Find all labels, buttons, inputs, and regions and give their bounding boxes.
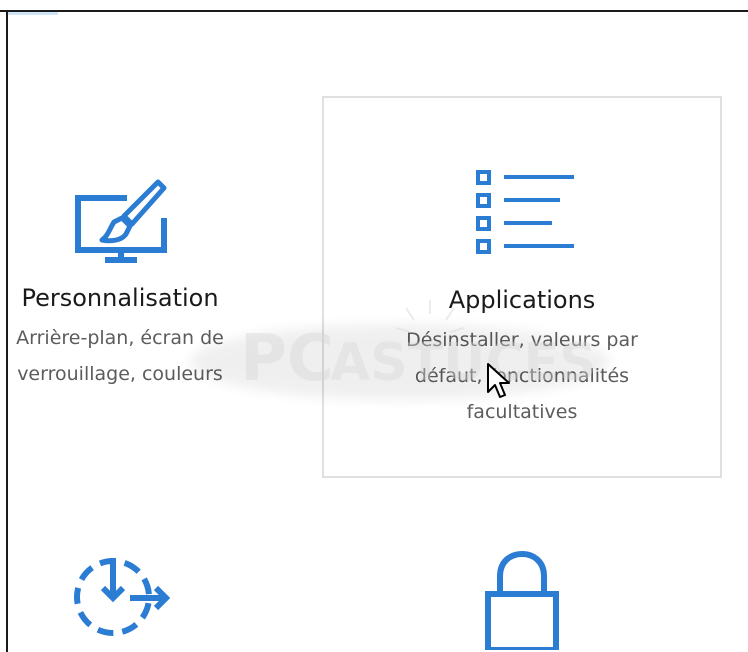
tile-applications[interactable]: Applications Désinstaller, valeurs par d…: [322, 96, 722, 478]
tile-personnalisation[interactable]: Personnalisation Arrière-plan, écran de …: [0, 96, 300, 476]
tile-security[interactable]: [460, 530, 580, 652]
tile-update[interactable]: [40, 530, 200, 652]
lock-icon: [485, 550, 559, 650]
monitor-brush-icon: [75, 179, 167, 263]
mouse-pointer-icon: [487, 363, 510, 398]
tile-title: Applications: [448, 286, 596, 314]
tile-description: Désinstaller, valeurs par défaut, foncti…: [406, 329, 638, 423]
window-border-top: [0, 10, 748, 12]
tile-description: Arrière-plan, écran de verrouillage, cou…: [16, 327, 224, 385]
update-arrow-icon: [74, 558, 171, 636]
app-list-icon: [476, 170, 574, 254]
settings-window: Personnalisation Arrière-plan, écran de …: [0, 0, 748, 652]
tile-title: Personnalisation: [21, 284, 219, 312]
focus-accent: [8, 12, 58, 15]
